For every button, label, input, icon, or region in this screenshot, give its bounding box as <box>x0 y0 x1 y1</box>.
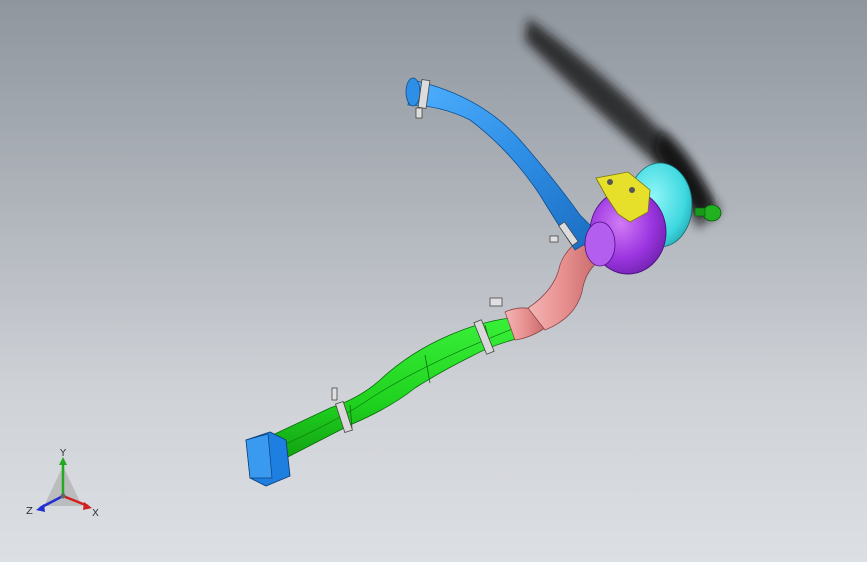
blue-intake-tube[interactable] <box>405 77 601 251</box>
valve-neck <box>694 207 706 217</box>
y-axis-label: Y <box>59 448 67 459</box>
intake-lower-clamp-tab <box>549 235 559 243</box>
intake-tube-body <box>407 79 601 251</box>
intake-tube-opening <box>405 77 421 107</box>
valve-body <box>702 204 722 222</box>
filter-outlet <box>584 221 616 267</box>
inlet-box[interactable] <box>245 431 291 487</box>
bracket-bolt-2 <box>629 187 635 193</box>
triad-origin <box>60 493 66 499</box>
inlet-box-face <box>245 433 273 479</box>
bracket-bolt-1 <box>607 179 613 185</box>
z-axis-arrow <box>36 504 45 512</box>
intake-clamp-tab <box>415 107 423 119</box>
x-axis-label: X <box>92 508 99 519</box>
clamp-tab <box>489 297 503 307</box>
clamp-tab <box>331 387 338 401</box>
z-axis-label: Z <box>26 506 33 517</box>
cad-viewport[interactable] <box>0 0 867 562</box>
air-filter-housing[interactable] <box>584 162 693 275</box>
coordinate-triad: Y X Z <box>26 448 99 519</box>
x-axis-arrow <box>83 502 92 510</box>
